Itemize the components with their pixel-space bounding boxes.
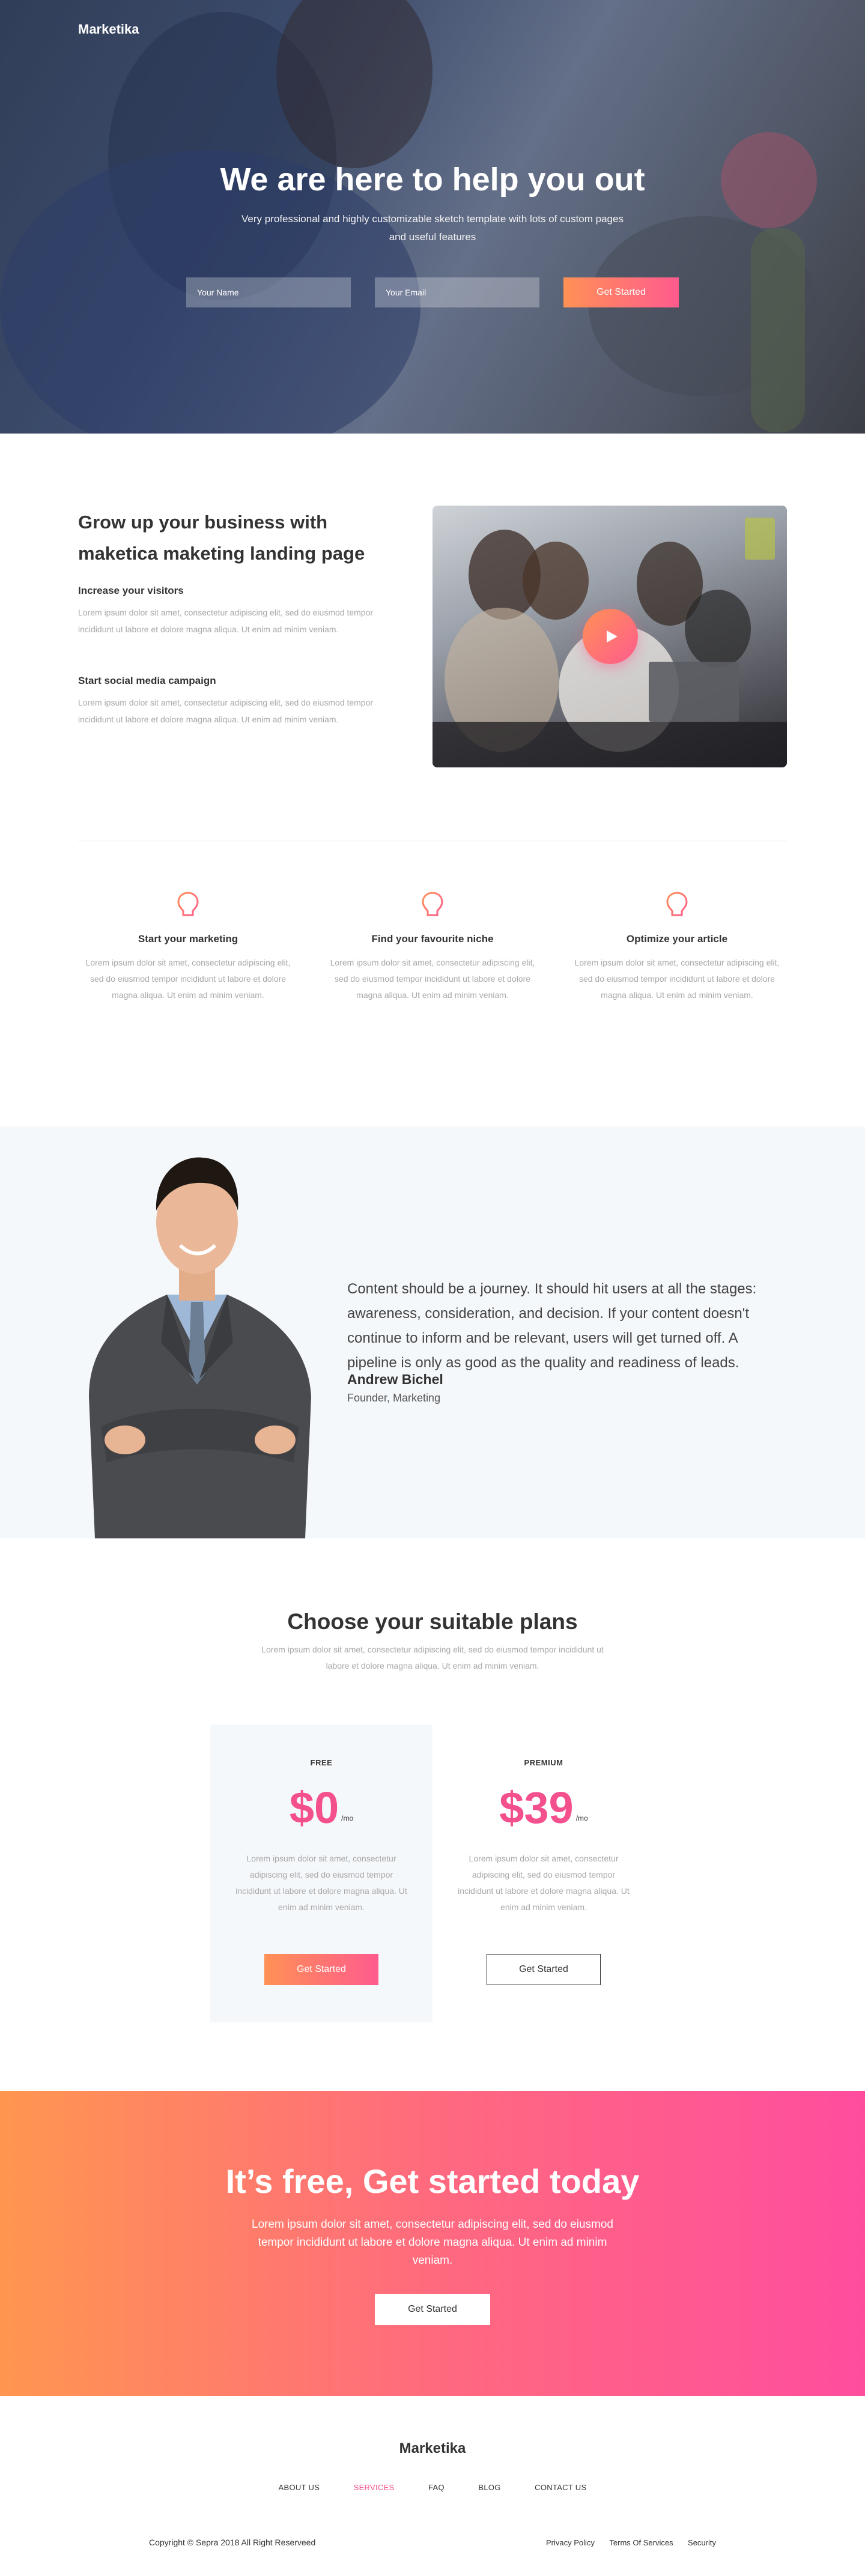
- testimonial-author: Andrew Bichel: [347, 1371, 443, 1387]
- pricing-section: Choose your suitable plans Lorem ipsum d…: [0, 1538, 865, 2091]
- footer-link-services[interactable]: SERVICES: [354, 2483, 395, 2492]
- plan-card-free: FREE $0/mo Lorem ipsum dolor sit amet, c…: [210, 1725, 432, 2022]
- footer-link-contact-us[interactable]: CONTACT US: [535, 2483, 586, 2492]
- pricing-title: Choose your suitable plans: [287, 1609, 578, 1634]
- plan-name: PREMIUM: [524, 1758, 563, 1767]
- name-input[interactable]: [186, 277, 351, 307]
- person-photo: [89, 1157, 311, 1538]
- grow-heading: Grow up your business with maketica make…: [78, 512, 365, 564]
- feature-title: Find your favourite niche: [371, 933, 494, 945]
- plan-name: FREE: [310, 1758, 333, 1767]
- cta-banner: It’s free, Get started today Lorem ipsum…: [0, 2091, 865, 2396]
- footer-brand[interactable]: Marketika: [0, 2440, 865, 2457]
- hero-subtitle: Very professional and highly customizabl…: [241, 213, 624, 243]
- pricing-subtitle: Lorem ipsum dolor sit amet, consectetur …: [261, 1645, 604, 1670]
- plan-description: Lorem ipsum dolor sit amet, consectetur …: [458, 1854, 630, 1912]
- get-started-button[interactable]: Get Started: [563, 277, 679, 307]
- lightbulb-icon: [666, 892, 688, 922]
- lightbulb-icon: [422, 892, 443, 922]
- plan-description: Lorem ipsum dolor sit amet, consectetur …: [235, 1854, 407, 1912]
- plan-period: /mo: [341, 1814, 354, 1822]
- footer-link-blog[interactable]: BLOG: [478, 2483, 500, 2492]
- footer-nav: ABOUT US SERVICES FAQ BLOG CONTACT US: [0, 2482, 865, 2493]
- privacy-policy-link[interactable]: Privacy Policy: [546, 2538, 595, 2547]
- feature-text: Lorem ipsum dolor sit amet, consectetur …: [85, 958, 291, 1000]
- plan-card-premium: PREMIUM $39/mo Lorem ipsum dolor sit ame…: [432, 1725, 655, 2022]
- feature-text: Lorem ipsum dolor sit amet, consectetur …: [330, 958, 535, 1000]
- testimonial-section: Content should be a journey. It should h…: [0, 1126, 865, 1538]
- copyright-text: Copyright © Sepra 2018 All Right Reserve…: [149, 2538, 316, 2547]
- premium-get-started-button[interactable]: Get Started: [487, 1954, 601, 1985]
- grow-section: Grow up your business with maketica make…: [0, 434, 865, 843]
- security-link[interactable]: Security: [688, 2538, 716, 2547]
- testimonial-role: Founder, Marketing: [347, 1392, 441, 1404]
- features-section: Start your marketing Lorem ipsum dolor s…: [0, 843, 865, 1126]
- email-input[interactable]: [375, 277, 539, 307]
- testimonial-quote: Content should be a journey. It should h…: [347, 1281, 757, 1371]
- grow-item-title: Start social media campaign: [78, 675, 216, 686]
- feature-title: Optimize your article: [626, 933, 728, 945]
- cta-title: It’s free, Get started today: [225, 2162, 640, 2200]
- hero-title: We are here to help you out: [220, 162, 645, 198]
- brand-logo[interactable]: Marketika: [78, 22, 139, 37]
- cta-text: Lorem ipsum dolor sit amet, consectetur …: [252, 2218, 613, 2267]
- footer-link-about-us[interactable]: ABOUT US: [279, 2483, 320, 2492]
- plan-period: /mo: [575, 1814, 588, 1822]
- play-button[interactable]: [583, 609, 638, 664]
- signup-form: Get Started: [186, 277, 679, 307]
- cta-get-started-button[interactable]: Get Started: [375, 2294, 490, 2325]
- footer-link-faq[interactable]: FAQ: [428, 2483, 445, 2492]
- grow-item-text: Lorem ipsum dolor sit amet, consectetur …: [78, 698, 374, 724]
- legal-links: Privacy Policy Terms Of Services Securit…: [534, 2538, 716, 2548]
- lightbulb-icon: [177, 892, 199, 922]
- feature-title: Start your marketing: [138, 933, 238, 945]
- terms-link[interactable]: Terms Of Services: [609, 2538, 673, 2547]
- grow-item-text: Lorem ipsum dolor sit amet, consectetur …: [78, 608, 374, 634]
- free-get-started-button[interactable]: Get Started: [264, 1954, 378, 1985]
- footer: Marketika ABOUT US SERVICES FAQ BLOG CON…: [0, 2396, 865, 2559]
- plan-price: $0: [289, 1783, 339, 1833]
- play-icon: [607, 630, 618, 642]
- hero-section: Marketika We are here to help you out Ve…: [0, 0, 865, 434]
- video-thumbnail[interactable]: [432, 506, 787, 767]
- feature-text: Lorem ipsum dolor sit amet, consectetur …: [574, 958, 780, 1000]
- plan-price: $39: [499, 1783, 574, 1833]
- grow-item-title: Increase your visitors: [78, 585, 184, 596]
